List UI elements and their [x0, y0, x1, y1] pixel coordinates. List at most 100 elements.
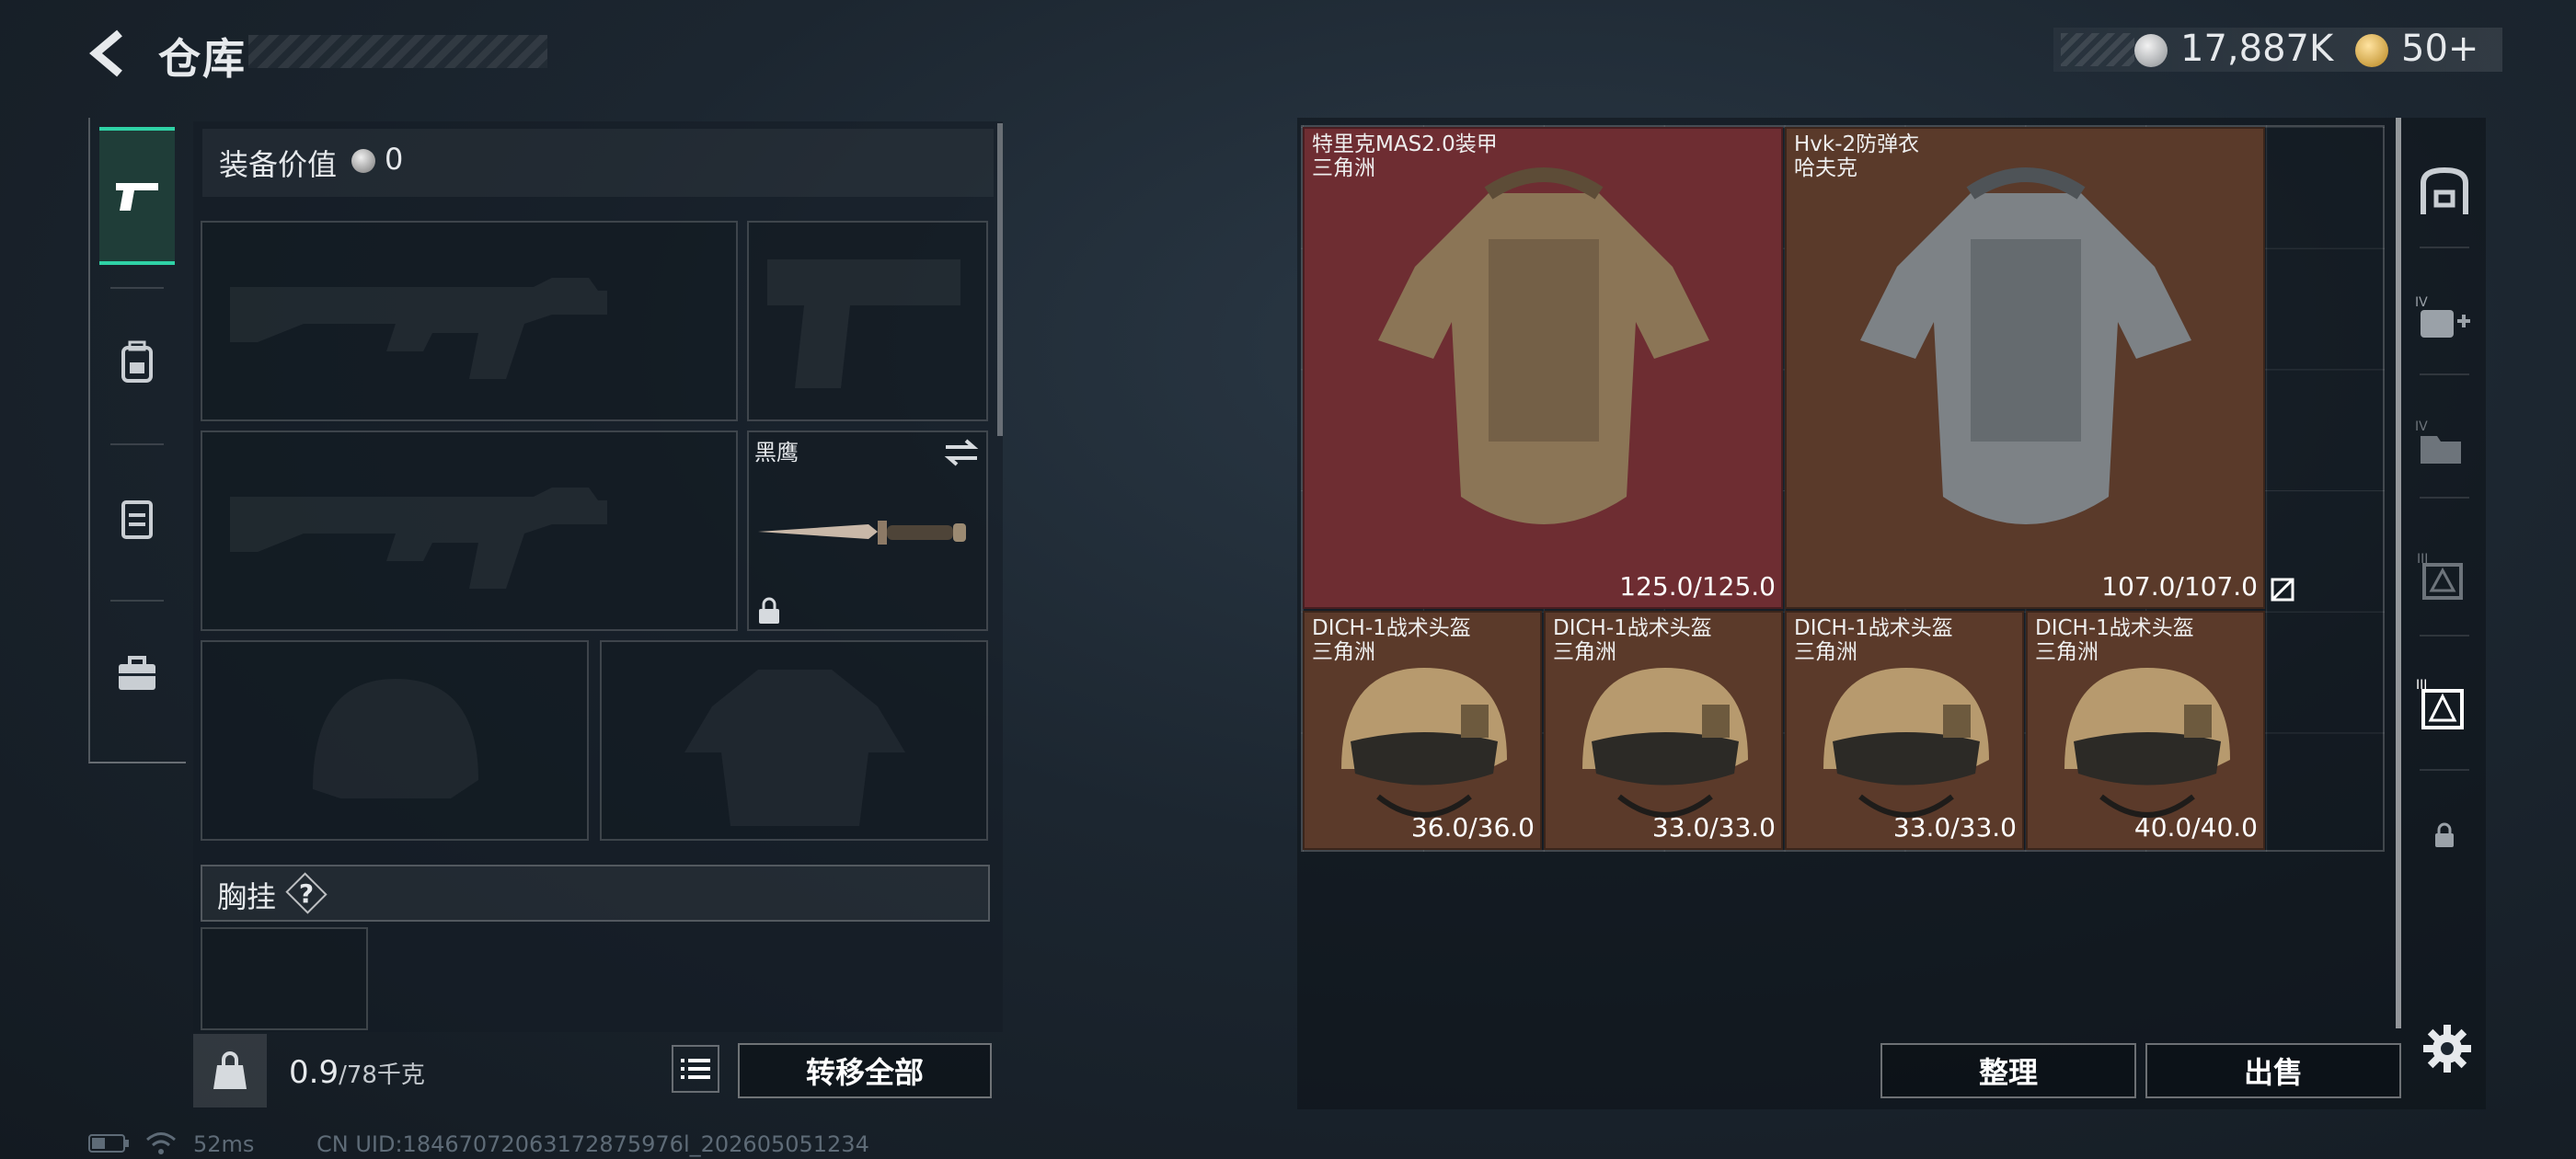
- tab-backpack[interactable]: [99, 293, 175, 430]
- item-name: Hvk-2防弹衣: [1794, 132, 1920, 156]
- weight-button[interactable]: [193, 1034, 267, 1107]
- battery-icon: [88, 1134, 129, 1153]
- tab-rig[interactable]: [99, 449, 175, 587]
- weight-current: 0.9: [289, 1054, 339, 1091]
- tab-separator: [110, 600, 164, 602]
- helmet-slot[interactable]: [201, 640, 589, 841]
- armor-slot[interactable]: [600, 640, 988, 841]
- tab-separator: [110, 443, 164, 445]
- armor-class-icon: III: [2416, 678, 2464, 729]
- pistol-slot[interactable]: [747, 221, 988, 421]
- currency-stripe: [2061, 33, 2134, 66]
- item-name: DICH-1战术头盔: [1553, 616, 1712, 640]
- item-durability: 125.0/125.0: [1619, 571, 1776, 602]
- lock-icon: [2435, 822, 2454, 847]
- equipment-value: 0: [385, 142, 404, 177]
- briefcase-icon: [119, 656, 155, 690]
- category-medical[interactable]: IV: [2405, 272, 2484, 364]
- money-coin-icon: [2134, 34, 2168, 67]
- primary-weapon-slot[interactable]: [201, 221, 738, 421]
- storage-item-helmet[interactable]: DICH-1战术头盔 三角洲 33.0/33.0: [1785, 611, 2024, 850]
- category-armor-iii[interactable]: III: [2405, 530, 2484, 622]
- category-separator: [2420, 497, 2469, 499]
- wifi-icon: [146, 1132, 176, 1154]
- medical-icon: IV: [2415, 295, 2470, 338]
- tab-separator: [110, 287, 164, 289]
- item-origin: 三角洲: [2035, 640, 2099, 664]
- item-name-block: DICH-1战术头盔 三角洲: [1312, 616, 1471, 664]
- storage-scrollbar[interactable]: [2396, 118, 2401, 1028]
- rifle-silhouette-icon: [230, 278, 607, 379]
- transfer-all-button[interactable]: 转移全部: [738, 1043, 992, 1098]
- list-view-button[interactable]: [672, 1045, 719, 1093]
- storage-item-helmet[interactable]: DICH-1战术头盔 三角洲 40.0/40.0: [2026, 611, 2265, 850]
- swap-icon[interactable]: [944, 438, 979, 467]
- equipment-value-label: 装备价值: [219, 147, 338, 182]
- category-locked[interactable]: [2405, 789, 2484, 881]
- item-origin: 三角洲: [1553, 640, 1616, 664]
- help-icon[interactable]: ?: [285, 874, 328, 912]
- folder-icon: IV: [2415, 419, 2461, 464]
- category-separator: [2420, 769, 2469, 771]
- tab-weapons[interactable]: [99, 127, 175, 265]
- category-all[interactable]: [2405, 145, 2484, 237]
- armor-vest-icon: [1378, 167, 1709, 524]
- item-name-block: DICH-1战术头盔 三角洲: [1553, 616, 1712, 664]
- svg-text:IV: IV: [2415, 295, 2428, 310]
- armor-vest-icon: [1860, 167, 2191, 524]
- weight-icon: [213, 1051, 247, 1089]
- item-origin: 三角洲: [1312, 156, 1375, 180]
- money-coin-icon: [351, 149, 375, 173]
- storage-item-armor[interactable]: 特里克MAS2.0装甲 三角洲 125.0/125.0: [1303, 127, 1783, 609]
- armor-silhouette-icon: [684, 670, 905, 826]
- rifle-silhouette-icon: [230, 488, 607, 589]
- item-name: DICH-1战术头盔: [1312, 616, 1471, 640]
- pistol-icon: [116, 183, 158, 211]
- money-value: 17,887K: [2180, 28, 2334, 70]
- broken-repair-icon: [2271, 578, 2294, 602]
- knife-name: 黑鹰: [754, 440, 799, 465]
- backpack-icon: [121, 340, 153, 383]
- storage-item-helmet[interactable]: DICH-1战术头盔 三角洲 36.0/36.0: [1303, 611, 1542, 850]
- item-durability: 36.0/36.0: [1410, 812, 1535, 843]
- pistol-silhouette-icon: [767, 259, 960, 388]
- item-origin: 三角洲: [1312, 640, 1375, 664]
- item-durability: 40.0/40.0: [2133, 812, 2258, 843]
- weight-readout: 0.9/78千克: [289, 1054, 425, 1091]
- category-separator: [2420, 635, 2469, 637]
- organize-button[interactable]: 整理: [1880, 1043, 2136, 1098]
- secondary-weapon-slot[interactable]: [201, 430, 738, 631]
- category-separator: [2420, 373, 2469, 375]
- back-icon[interactable]: [83, 26, 138, 81]
- item-name-block: Hvk-2防弹衣 哈夫克: [1794, 132, 1919, 180]
- sell-button[interactable]: 出售: [2145, 1043, 2401, 1098]
- vault-icon: [2421, 166, 2468, 214]
- page-title: 仓库: [158, 34, 247, 84]
- equipment-scrollbar[interactable]: [997, 123, 1003, 436]
- chest-rig-label: 胸挂: [217, 879, 277, 914]
- chest-rig-slot[interactable]: [201, 927, 368, 1030]
- item-name-block: 特里克MAS2.0装甲 三角洲: [1312, 132, 1498, 180]
- category-docs[interactable]: IV: [2405, 397, 2484, 489]
- title-stripe: [248, 35, 547, 68]
- points-coin-icon: [2355, 34, 2388, 67]
- item-name-block: DICH-1战术头盔 三角洲: [1794, 616, 1953, 664]
- item-durability: 33.0/33.0: [1892, 812, 2017, 843]
- item-durability: 33.0/33.0: [1651, 812, 1776, 843]
- weight-max: /78千克: [339, 1061, 425, 1089]
- svg-text:IV: IV: [2415, 419, 2428, 434]
- item-durability: 107.0/107.0: [2101, 571, 2258, 602]
- category-armor-selected[interactable]: III: [2405, 659, 2484, 751]
- storage-item-helmet[interactable]: DICH-1战术头盔 三角洲 33.0/33.0: [1544, 611, 1783, 850]
- helmet-silhouette-icon: [313, 679, 478, 798]
- item-origin: 三角洲: [1794, 640, 1857, 664]
- gear-icon[interactable]: [2420, 1021, 2475, 1076]
- item-name: DICH-1战术头盔: [2035, 616, 2194, 640]
- storage-item-armor[interactable]: Hvk-2防弹衣 哈夫克 107.0/107.0: [1785, 127, 2265, 609]
- tab-case[interactable]: [99, 605, 175, 743]
- item-name-block: DICH-1战术头盔 三角洲: [2035, 616, 2194, 664]
- list-icon: [681, 1059, 710, 1079]
- points-value[interactable]: 50+: [2401, 28, 2478, 70]
- item-origin: 哈夫克: [1794, 156, 1857, 180]
- user-uid: CN UID:18467072063172875976l_20260505123…: [316, 1131, 869, 1157]
